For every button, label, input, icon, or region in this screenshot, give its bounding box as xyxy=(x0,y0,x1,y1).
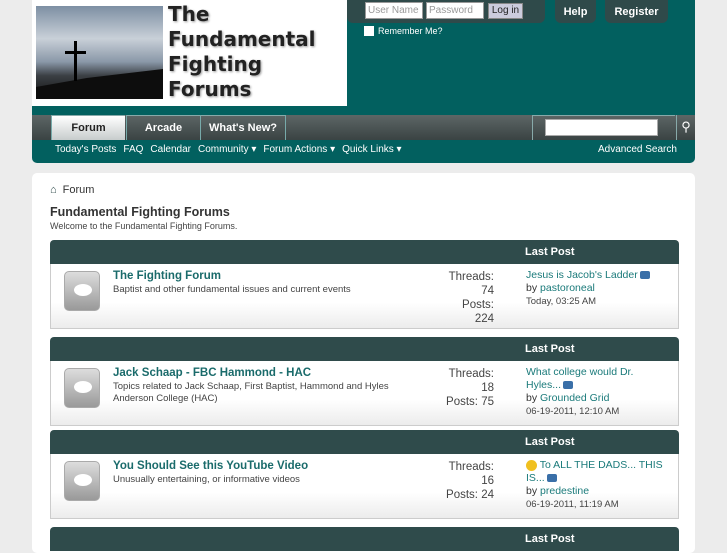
forum-status-icon xyxy=(64,461,100,501)
stat: Posts: 24 xyxy=(446,489,494,501)
by-label: by xyxy=(526,282,538,294)
tab-forum[interactable]: Forum xyxy=(51,115,125,140)
stat: 18 xyxy=(481,382,494,394)
stat: 74 xyxy=(481,285,494,297)
last-post-header: Last Post xyxy=(525,436,575,448)
forum-title[interactable]: Jack Schaap - FBC Hammond - HAC xyxy=(113,367,311,379)
subnav: Today's Posts FAQ Calendar Community ▾ F… xyxy=(55,144,402,155)
page-title: Fundamental Fighting Forums xyxy=(50,205,230,219)
last-post-user[interactable]: predestine xyxy=(540,485,589,497)
forum-row: The Fighting Forum Baptist and other fun… xyxy=(50,264,679,329)
block-header: Last Post xyxy=(50,337,679,361)
advanced-search-link[interactable]: Advanced Search xyxy=(598,144,677,155)
go-to-post-icon[interactable] xyxy=(639,271,650,280)
forum-status-icon xyxy=(64,271,100,311)
forum-block: Last Post xyxy=(50,527,679,551)
forum-title[interactable]: You Should See this YouTube Video xyxy=(113,460,308,472)
forum-description: Topics related to Jack Schaap, First Bap… xyxy=(113,381,389,404)
tab-whats-new[interactable]: What's New? xyxy=(200,115,286,140)
password-input[interactable]: Password xyxy=(426,2,484,19)
last-post-date: 06-19-2011, 12:10 AM xyxy=(526,406,620,417)
by-label: by xyxy=(526,485,538,497)
subnav-forum-actions[interactable]: Forum Actions ▾ xyxy=(263,144,335,155)
tab-arcade[interactable]: Arcade xyxy=(126,115,200,140)
last-post-date: 06-19-2011, 11:19 AM xyxy=(526,499,619,510)
search-icon[interactable]: ⚲ xyxy=(676,115,695,140)
logo-line: Forums xyxy=(168,77,252,101)
stat: Threads: xyxy=(448,368,494,380)
last-post-header: Last Post xyxy=(525,533,575,545)
last-post-header: Last Post xyxy=(525,343,575,355)
forum-block: Last Post You Should See this YouTube Vi… xyxy=(50,430,679,519)
forum-description: Baptist and other fundamental issues and… xyxy=(113,284,351,295)
welcome-text: Welcome to the Fundamental Fighting Foru… xyxy=(50,221,238,231)
forum-stats: Threads: 74 Posts: 224 xyxy=(449,270,494,326)
subnav-community[interactable]: Community ▾ xyxy=(198,144,256,155)
block-header: Last Post xyxy=(50,430,679,454)
search-input[interactable] xyxy=(545,119,658,136)
login-button[interactable]: Log in xyxy=(488,3,523,19)
forum-block: Last Post The Fighting Forum Baptist and… xyxy=(50,240,679,329)
stat: 16 xyxy=(481,475,494,487)
last-post-user[interactable]: pastoroneal xyxy=(540,282,595,294)
stat: Threads: xyxy=(448,271,494,283)
help-button[interactable]: Help xyxy=(555,0,596,23)
last-post-header: Last Post xyxy=(525,246,575,258)
stat: Posts: 75 xyxy=(446,396,494,408)
forum-stats: Threads: 18 Posts: 75 xyxy=(446,367,494,409)
forum-status-icon xyxy=(64,368,100,408)
breadcrumb: ⌂ Forum xyxy=(50,184,94,196)
stat: Posts: xyxy=(462,299,494,311)
last-post-date: Today, 03:25 AM xyxy=(526,296,597,307)
go-to-post-icon[interactable] xyxy=(563,381,574,390)
stat: Threads: xyxy=(448,461,494,473)
logo-line: Fighting xyxy=(168,52,263,76)
subnav-quick-links[interactable]: Quick Links ▾ xyxy=(342,144,401,155)
forum-title[interactable]: The Fighting Forum xyxy=(113,270,221,282)
subnav-faq[interactable]: FAQ xyxy=(123,144,143,155)
subnav-calendar[interactable]: Calendar xyxy=(150,144,191,155)
subnav-todays-posts[interactable]: Today's Posts xyxy=(55,144,116,155)
last-post-user[interactable]: Grounded Grid xyxy=(540,392,609,404)
logo-text: The Fundamental Fighting Forums xyxy=(168,2,316,102)
stat: 224 xyxy=(474,313,494,325)
block-header: Last Post xyxy=(50,240,679,264)
forum-row: You Should See this YouTube Video Unusua… xyxy=(50,454,679,519)
checkbox[interactable] xyxy=(364,26,374,36)
logo-image-cross xyxy=(36,6,163,99)
remember-label: Remember Me? xyxy=(378,26,443,36)
smiley-icon xyxy=(526,459,537,471)
last-post-title[interactable]: Jesus is Jacob's Ladder xyxy=(526,269,638,281)
last-post-title[interactable]: What college would Dr. Hyles... xyxy=(526,366,633,391)
forum-row: Jack Schaap - FBC Hammond - HAC Topics r… xyxy=(50,361,679,426)
remember-me-checkbox[interactable]: Remember Me? xyxy=(364,26,443,36)
forum-description: Unusually entertaining, or informative v… xyxy=(113,474,300,485)
by-label: by xyxy=(526,392,538,404)
register-button[interactable]: Register xyxy=(605,0,668,23)
logo-line: The xyxy=(168,2,210,26)
username-input[interactable]: User Name xyxy=(365,2,423,19)
home-icon[interactable]: ⌂ xyxy=(50,184,57,196)
last-post: What college would Dr. Hyles... by Ground… xyxy=(526,366,671,418)
go-to-post-icon[interactable] xyxy=(546,474,557,483)
forum-block: Last Post Jack Schaap - FBC Hammond - HA… xyxy=(50,337,679,426)
logo-line: Fundamental xyxy=(168,27,316,51)
forum-stats: Threads: 16 Posts: 24 xyxy=(446,460,494,502)
breadcrumb-forum[interactable]: Forum xyxy=(63,184,95,196)
last-post: Jesus is Jacob's Ladder by pastoroneal Tod… xyxy=(526,269,671,308)
block-header: Last Post xyxy=(50,527,679,551)
last-post: To ALL THE DADS... THIS IS... by predesti… xyxy=(526,459,671,511)
